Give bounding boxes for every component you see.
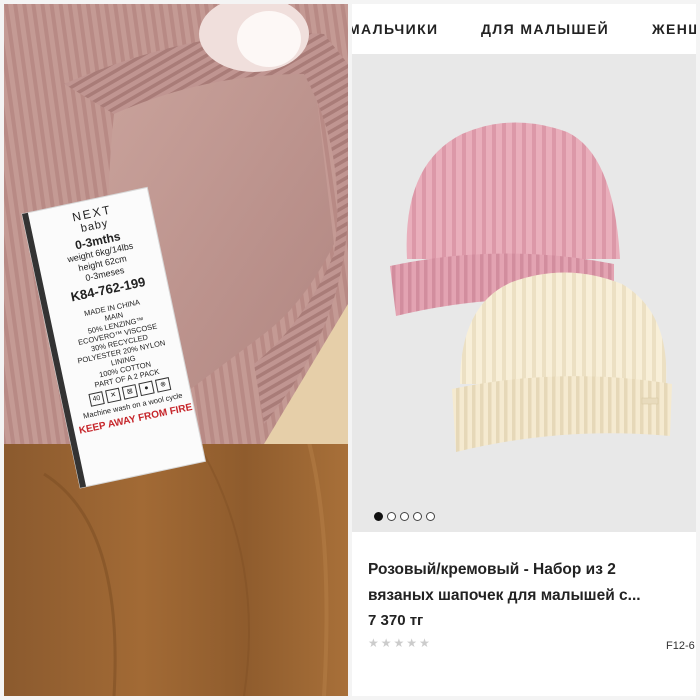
- product-screen: МАЛЬЧИКИ ДЛЯ МАЛЫШЕЙ ЖЕНЩ: [352, 4, 696, 696]
- star-icon: ★: [368, 636, 379, 650]
- no-tumble-dry-icon: ⊠: [121, 384, 139, 400]
- collage: NEXT baby 0-3mths weight 6kg/14lbs heigh…: [0, 0, 700, 700]
- no-dry-clean-icon: ⊗: [154, 377, 172, 393]
- star-icon: ★: [380, 636, 392, 650]
- product-image-carousel[interactable]: [352, 54, 696, 532]
- product-price: 7 370 тг: [368, 612, 424, 629]
- carousel-dot[interactable]: [426, 512, 435, 521]
- nav-item-boys[interactable]: МАЛЬЧИКИ: [352, 21, 438, 37]
- nav-item-women[interactable]: ЖЕНЩ: [652, 21, 696, 37]
- product-sku: F12-6: [666, 640, 695, 652]
- star-icon: ★: [406, 636, 418, 650]
- product-title[interactable]: Розовый/кремовый - Набор из 2 вязаных ша…: [368, 557, 688, 609]
- wash-40-icon: 40: [88, 391, 105, 407]
- product-image: [390, 122, 672, 452]
- product-title-line1: Розовый/кремовый - Набор из 2: [368, 561, 616, 578]
- nav-item-babies[interactable]: ДЛЯ МАЛЫШЕЙ: [481, 21, 609, 37]
- carousel-dot[interactable]: [413, 512, 422, 521]
- star-icon: ★: [393, 636, 405, 650]
- rating-stars: ★ ★ ★ ★ ★: [368, 637, 430, 649]
- carousel-dot[interactable]: [400, 512, 409, 521]
- no-bleach-icon: ✕: [105, 387, 122, 404]
- label-photo: NEXT baby 0-3mths weight 6kg/14lbs heigh…: [4, 4, 348, 696]
- carousel-dot[interactable]: [387, 512, 396, 521]
- iron-icon: ●: [138, 380, 155, 397]
- category-nav: МАЛЬЧИКИ ДЛЯ МАЛЫШЕЙ ЖЕНЩ: [352, 4, 696, 54]
- carousel-dots: [374, 512, 435, 521]
- carousel-dot[interactable]: [374, 512, 383, 521]
- product-title-line2: вязаных шапочек для малышей с...: [368, 587, 641, 604]
- star-icon: ★: [419, 636, 430, 650]
